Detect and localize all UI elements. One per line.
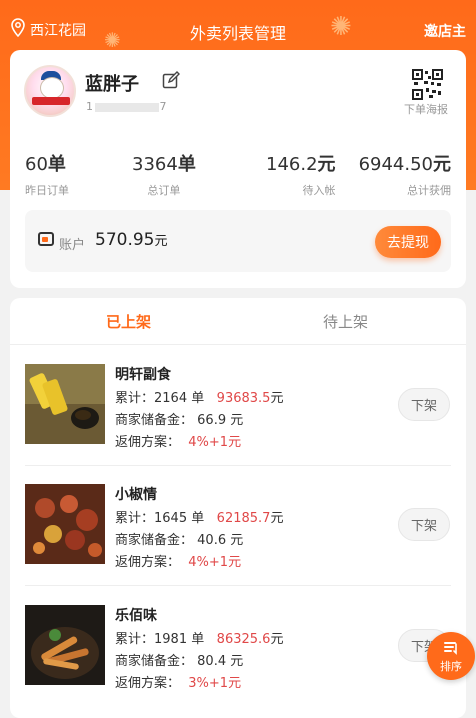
avatar[interactable]: [24, 65, 76, 117]
list-item: 明轩副食 累计：2164 单 93683.5元 商家储备金： 66.9 元 返佣…: [25, 346, 451, 466]
stat-pending-income: 146.2元 待入帐: [266, 154, 336, 197]
store-image: [25, 364, 105, 444]
store-plan: 返佣方案： 3%+1元: [115, 676, 242, 691]
tab-bar: 已上架 待上架: [10, 298, 466, 345]
store-plan: 返佣方案： 4%+1元: [115, 435, 242, 450]
page-title: 外卖列表管理: [189, 24, 286, 43]
list-item: 乐佰味 累计：1981 单 86325.6元 商家储备金： 80.4 元 返佣方…: [25, 587, 451, 697]
store-deposit: 商家储备金： 40.6 元: [115, 533, 244, 548]
store-image: [25, 484, 105, 564]
tab-listed[interactable]: 已上架: [106, 311, 151, 332]
store-total: 累计：1981 单 86325.6元: [115, 632, 284, 647]
stat-total-commission: 6944.50元 总计获佣: [358, 154, 451, 197]
list-item: 小椒情 累计：1645 单 62185.7元 商家储备金： 40.6 元 返佣方…: [25, 466, 451, 586]
withdraw-button[interactable]: 去提现: [375, 226, 441, 258]
sort-label: 排序: [440, 660, 462, 673]
profile-card: 蓝胖子 17 下单海报 60单 昨日订单 3364单 总订单 146.2元 待入…: [10, 50, 466, 288]
store-deposit: 商家储备金： 80.4 元: [115, 654, 244, 669]
store-plan: 返佣方案： 4%+1元: [115, 555, 242, 570]
stat-yesterday-orders: 60单 昨日订单: [25, 154, 69, 197]
store-total: 累计：2164 单 93683.5元: [115, 391, 284, 406]
store-image: [25, 605, 105, 685]
delist-button[interactable]: 下架: [398, 388, 450, 421]
store-name: 小椒情: [115, 487, 157, 503]
stats-row: 60单 昨日订单 3364单 总订单 146.2元 待入帐 6944.50元 总…: [25, 150, 451, 197]
account-panel: 账户 570.95元 去提现: [25, 210, 451, 272]
sort-icon: [443, 640, 459, 660]
store-list-card: 已上架 待上架 明轩副食 累计：2164 单 93683.5元 商家储备金： 6…: [10, 298, 466, 718]
invite-owner-link[interactable]: 邀店主: [424, 21, 466, 41]
sort-button[interactable]: 排序: [427, 632, 475, 680]
edit-icon[interactable]: [162, 71, 180, 93]
tab-pending[interactable]: 待上架: [323, 311, 368, 332]
wallet-icon: [38, 232, 54, 246]
stat-total-orders: 3364单 总订单: [132, 154, 196, 197]
store-total: 累计：1645 单 62185.7元: [115, 511, 284, 526]
account-label: 账户: [59, 238, 86, 253]
divider: [25, 585, 451, 586]
store-name: 乐佰味: [115, 608, 157, 624]
order-poster-label[interactable]: 下单海报: [404, 101, 448, 117]
account-balance: 570.95元: [95, 230, 168, 250]
store-name: 明轩副食: [115, 367, 171, 383]
delist-button[interactable]: 下架: [398, 508, 450, 541]
qr-code-icon[interactable]: [412, 69, 443, 100]
user-name: 蓝胖子: [85, 74, 139, 95]
store-deposit: 商家储备金： 66.9 元: [115, 413, 244, 428]
phone-number: 17: [86, 100, 167, 113]
